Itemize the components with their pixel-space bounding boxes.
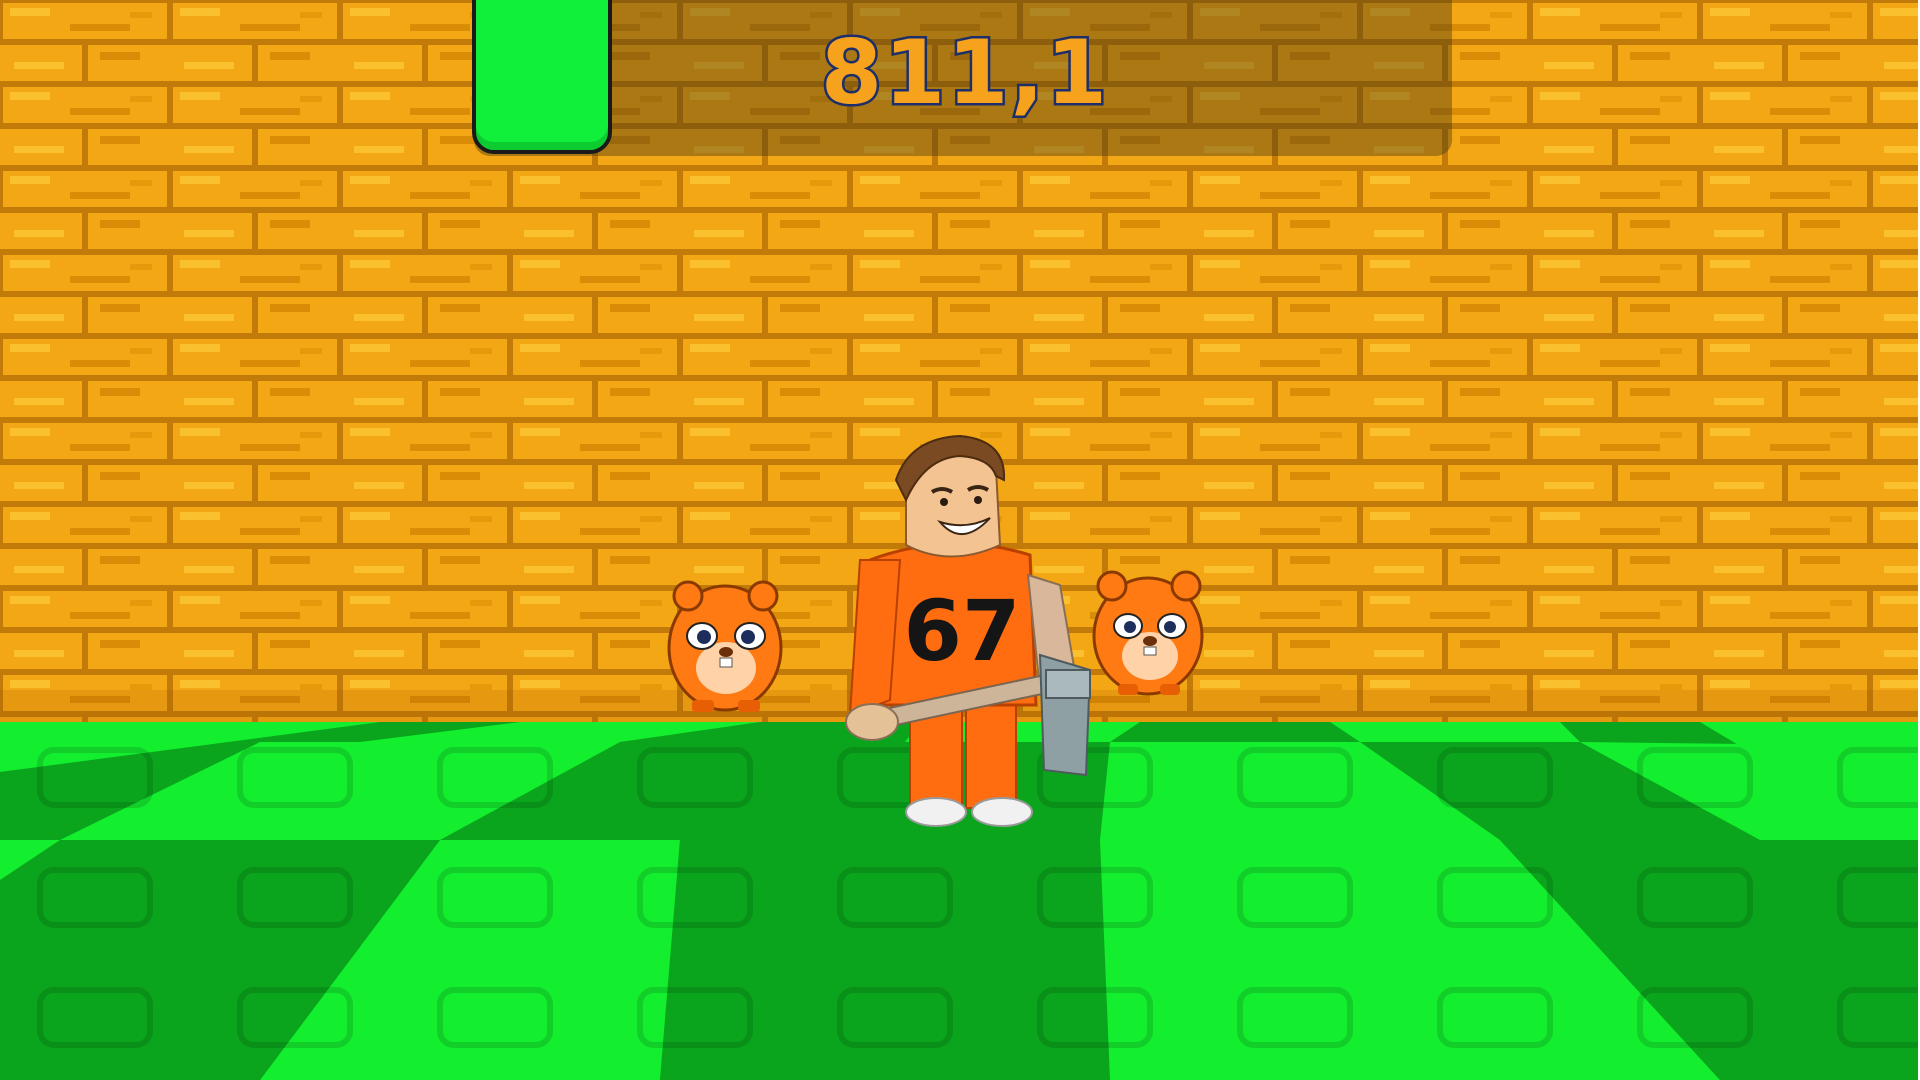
counter-value: 811,1 — [818, 19, 1110, 127]
orange-hamster-pet-left — [667, 580, 783, 712]
game-scene: 67 — [0, 0, 1920, 1080]
jersey-number: 67 — [904, 582, 1021, 680]
green-progress-block[interactable] — [472, 0, 612, 154]
orange-hamster-pet-right — [1092, 570, 1204, 696]
game-viewport[interactable]: 67 811,1 — [0, 0, 1920, 1080]
